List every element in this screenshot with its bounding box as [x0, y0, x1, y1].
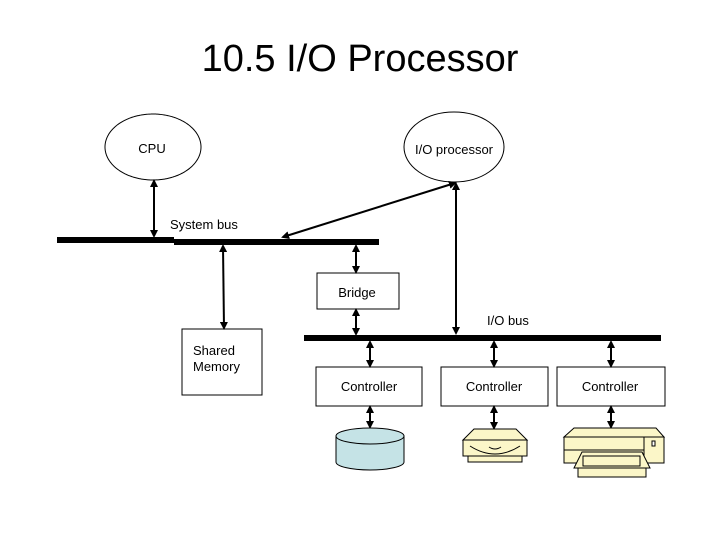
shared-memory-label-line2: Memory — [193, 359, 240, 374]
shared-memory-node: Shared Memory — [181, 328, 263, 396]
cpu-node: CPU — [104, 113, 202, 181]
controller-2: Controller — [440, 366, 549, 407]
cd-drive-icon — [461, 428, 529, 463]
controller-3: Controller — [556, 366, 666, 407]
controller-2-label: Controller — [466, 379, 523, 394]
controller-1-label: Controller — [341, 379, 398, 394]
io-processor-system-bus-arrow — [281, 180, 457, 240]
controller-1: Controller — [315, 366, 423, 407]
system-bus-label: System bus — [170, 217, 238, 232]
cpu-label: CPU — [138, 141, 165, 156]
controller-3-label: Controller — [582, 379, 639, 394]
disk-cylinder-icon — [335, 427, 405, 471]
io-processor-label: I/O processor — [415, 142, 494, 157]
io-processor-diagram: CPU I/O processor System bus I/O bus Bri… — [57, 111, 666, 478]
bridge-label: Bridge — [338, 285, 376, 300]
bridge-node: Bridge — [316, 272, 400, 310]
printer-icon — [562, 427, 666, 478]
system-bus-shared-memory-arrow — [219, 244, 228, 330]
io-bus-label: I/O bus — [487, 313, 529, 328]
io-processor-node: I/O processor — [403, 111, 505, 183]
io-bus: I/O bus — [304, 313, 661, 341]
shared-memory-label-line1: Shared — [193, 343, 235, 358]
